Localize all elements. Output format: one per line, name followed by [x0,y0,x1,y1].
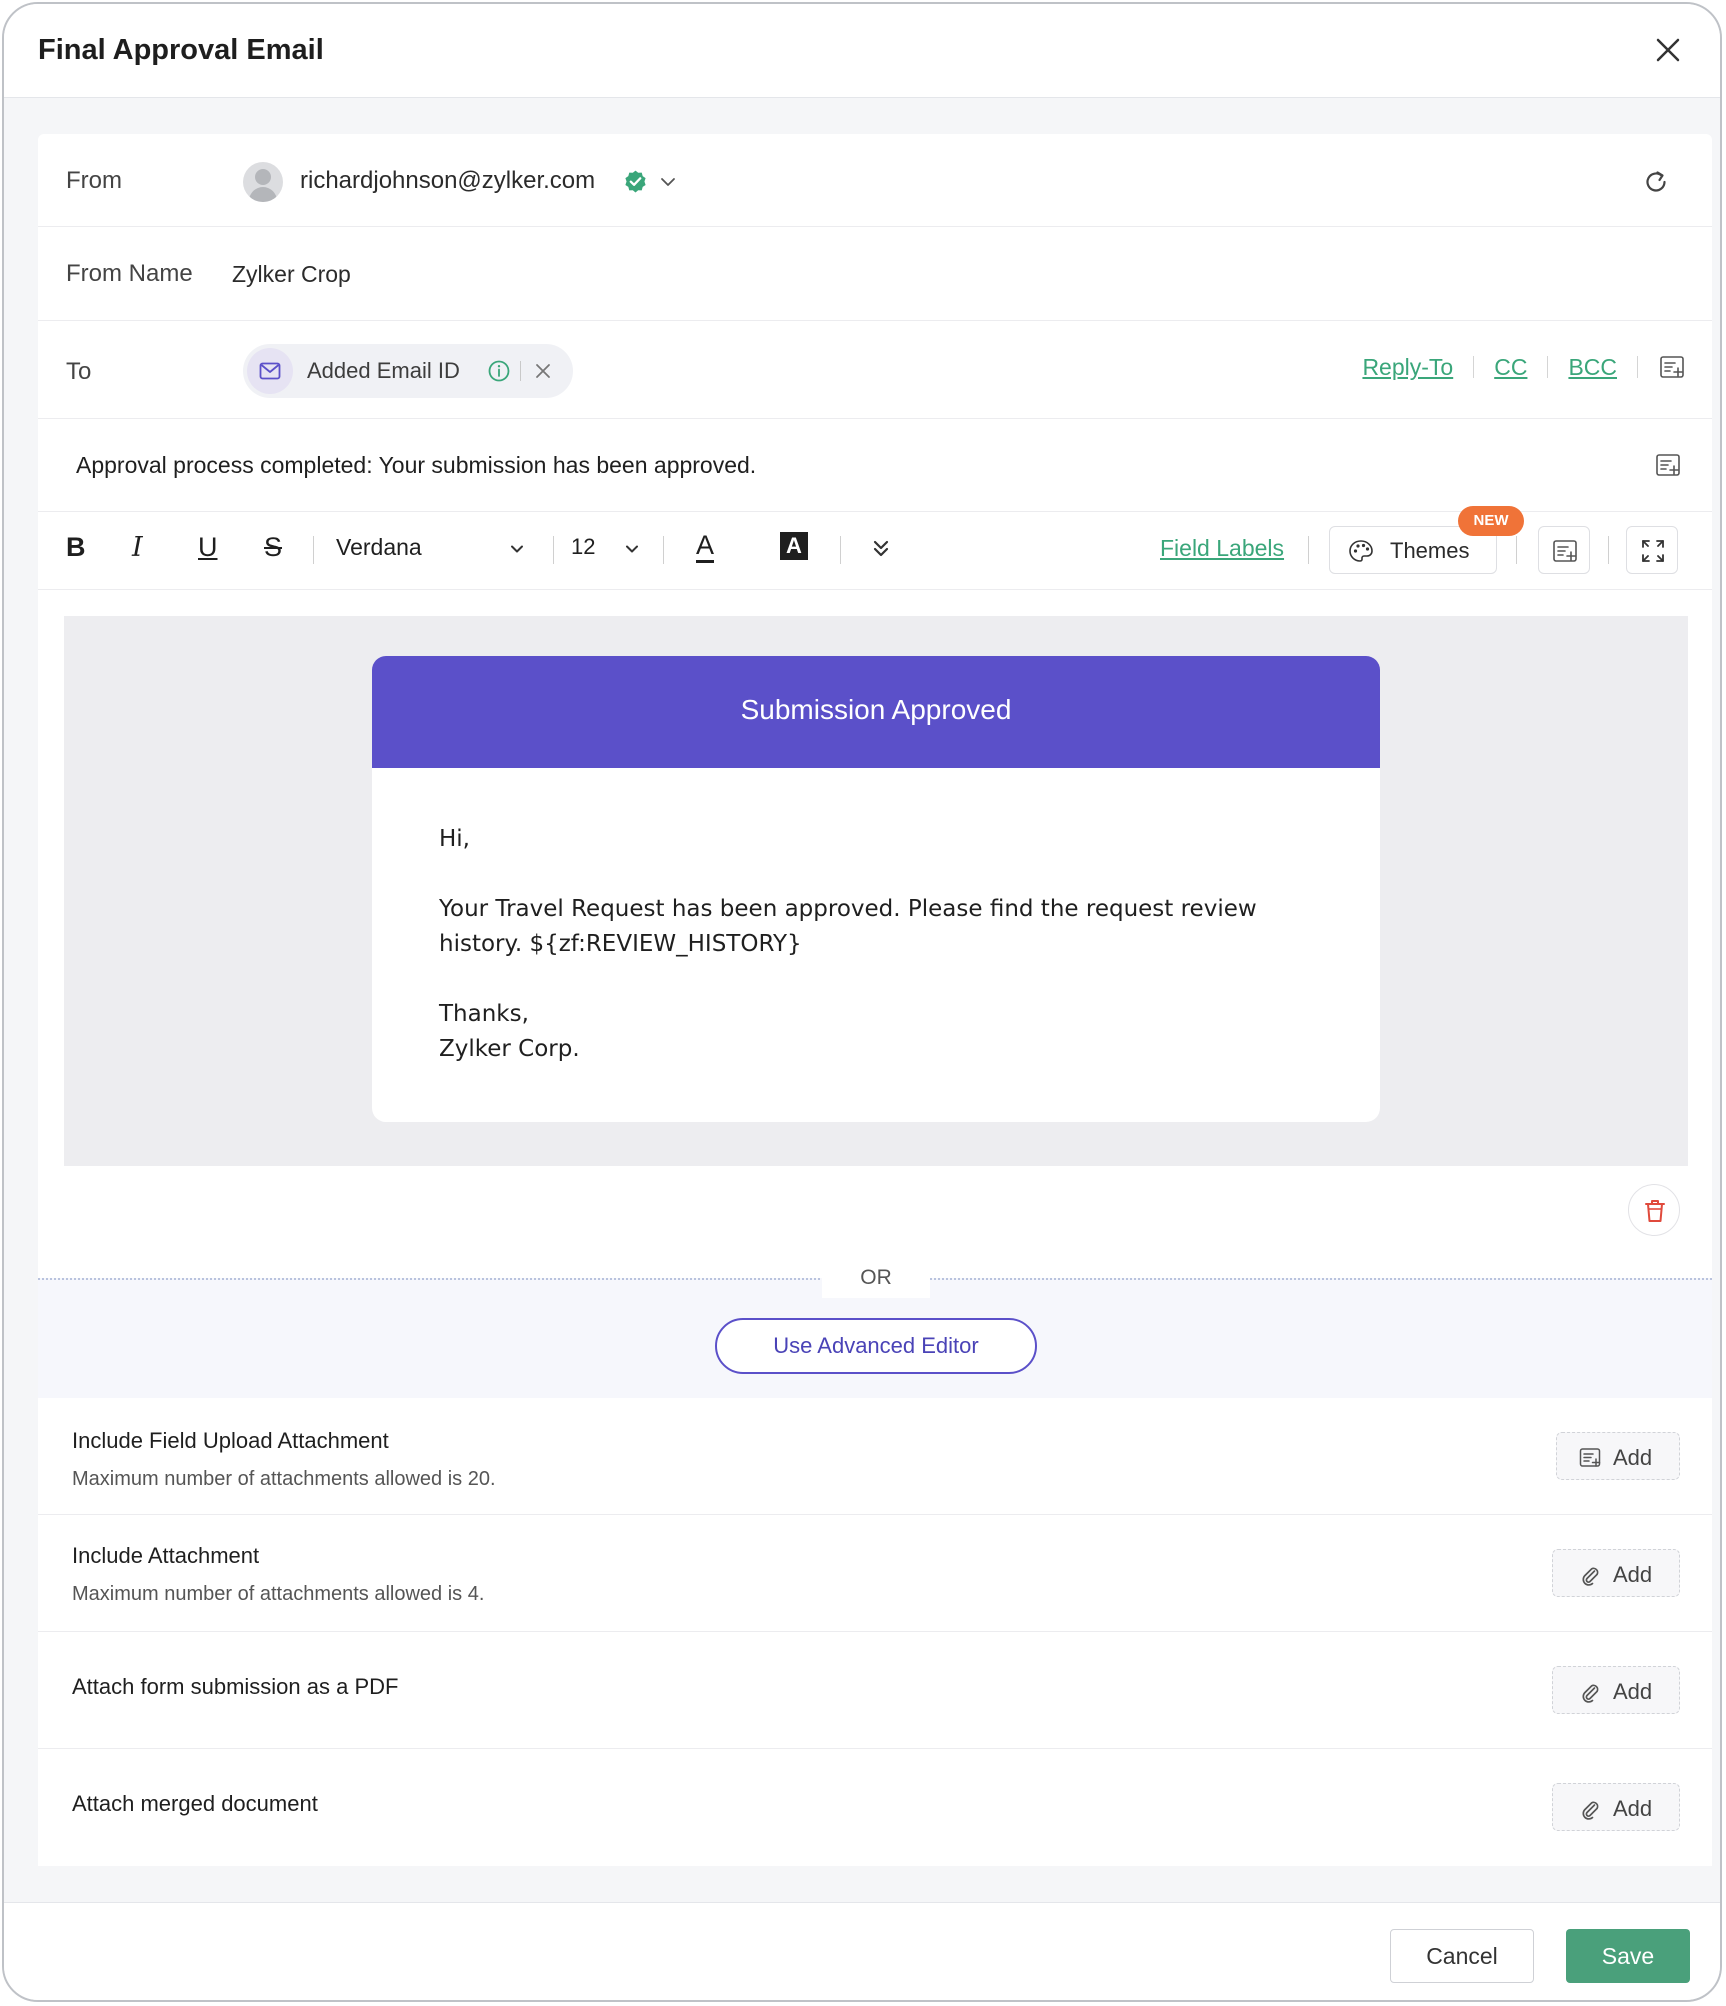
email-signature: Zylker Corp. [439,1036,580,1062]
email-header-title: Submission Approved [740,694,1012,725]
cancel-button[interactable]: Cancel [1390,1929,1534,1983]
reply-to-link[interactable]: Reply-To [1362,354,1453,381]
chevron-down-icon[interactable] [508,540,526,558]
add-label: Add [1613,1445,1653,1470]
from-row: From richardjohnson@zylker.com [38,134,1712,227]
new-badge: NEW [1458,506,1524,536]
chevron-down-icon[interactable] [623,540,641,558]
bcc-link[interactable]: BCC [1568,354,1617,381]
subject-row: Approval process completed: Your submiss… [38,419,1712,512]
insert-field-icon [1579,1448,1601,1467]
modal-header: Final Approval Email [4,4,1720,98]
advanced-editor-section: OR Use Advanced Editor [38,1258,1712,1398]
insert-field-icon [1553,540,1577,562]
font-family-select[interactable]: Verdana [336,534,422,561]
to-row: To Added Email ID Reply-To CC BCC [38,321,1712,419]
paperclip-icon [1582,1801,1599,1820]
background-color-button[interactable]: A [780,532,808,560]
or-divider-label: OR [822,1258,930,1298]
editor-toolbar: B I U S Verdana 12 A A Field Labels Them… [38,506,1712,590]
add-label: Add [1613,1679,1653,1704]
email-signoff: Thanks, [439,1001,529,1027]
add-field-upload-button[interactable]: Add [1556,1432,1680,1480]
email-form-card: From richardjohnson@zylker.com From Name… [38,134,1712,1866]
strikethrough-button[interactable]: S [264,532,282,563]
add-merged-document-button[interactable]: Add [1552,1783,1680,1831]
use-advanced-editor-button[interactable]: Use Advanced Editor [715,1318,1037,1374]
underline-button[interactable]: U [198,532,218,563]
fullscreen-button[interactable] [1626,526,1678,574]
mail-icon [247,348,293,394]
insert-field-icon[interactable] [1658,353,1686,381]
avatar [243,162,283,202]
modal-footer: Cancel Save [4,1902,1720,2000]
close-icon[interactable] [1652,34,1684,66]
email-message: Your Travel Request has been approved. P… [439,896,1257,957]
attachment-title: Include Attachment [72,1543,260,1568]
attachment-row: Attach form submission as a PDF Add [38,1632,1712,1749]
email-modal: Final Approval Email From richardjohnson… [2,2,1722,2002]
more-options-icon[interactable] [870,536,892,562]
attachment-subtitle: Maximum number of attachments allowed is… [72,1583,485,1605]
from-label: From [66,167,122,194]
email-header-banner: Submission Approved [372,656,1380,768]
modal-title: Final Approval Email [38,34,324,66]
email-greeting: Hi, [439,826,470,852]
bold-button[interactable]: B [66,532,86,563]
recipient-chip[interactable]: Added Email ID [243,344,573,398]
cc-link[interactable]: CC [1494,354,1527,381]
attachment-row: Include Field Upload Attachment Maximum … [38,1398,1712,1515]
delete-button[interactable] [1628,1184,1680,1236]
email-preview-card: Submission Approved Hi, Your Travel Requ… [372,656,1380,1122]
email-editor[interactable]: Submission Approved Hi, Your Travel Requ… [64,616,1688,1166]
italic-button[interactable]: I [132,532,143,563]
themes-label: Themes [1390,538,1470,563]
attachment-title: Attach form submission as a PDF [72,1674,399,1699]
info-icon[interactable] [487,359,511,383]
recipient-links: Reply-To CC BCC [1362,353,1686,381]
from-name-value[interactable]: Zylker Crop [232,261,351,288]
chip-label: Added Email ID [307,358,460,383]
save-button[interactable]: Save [1566,1929,1690,1983]
font-size-select[interactable]: 12 [571,534,595,560]
paperclip-icon [1582,1567,1599,1586]
to-label: To [66,358,92,385]
email-body[interactable]: Hi, Your Travel Request has been approve… [439,822,1319,1067]
add-attachment-button[interactable]: Add [1552,1549,1680,1597]
field-labels-link[interactable]: Field Labels [1160,535,1284,562]
paperclip-icon [1582,1684,1599,1703]
palette-icon [1349,540,1373,562]
add-label: Add [1613,1796,1653,1821]
insert-block-button[interactable] [1538,526,1590,574]
add-label: Add [1613,1562,1653,1587]
from-name-row: From Name Zylker Crop [38,227,1712,321]
insert-field-icon[interactable] [1654,451,1682,479]
add-pdf-button[interactable]: Add [1552,1666,1680,1714]
attachment-title: Attach merged document [72,1791,318,1816]
attachment-title: Include Field Upload Attachment [72,1428,389,1453]
chevron-down-icon[interactable] [658,172,678,192]
remove-chip-icon[interactable] [533,361,553,381]
attachment-row: Include Attachment Maximum number of att… [38,1515,1712,1632]
attachment-subtitle: Maximum number of attachments allowed is… [72,1468,496,1490]
verified-icon [625,170,646,193]
from-email[interactable]: richardjohnson@zylker.com [300,167,595,195]
text-color-button[interactable]: A [696,530,715,563]
attachment-row: Attach merged document Add [38,1749,1712,1866]
trash-icon [1645,1200,1665,1222]
from-name-label: From Name [66,260,193,287]
subject-input[interactable]: Approval process completed: Your submiss… [76,452,756,479]
refresh-icon[interactable] [1642,168,1670,196]
expand-icon [1642,540,1664,562]
